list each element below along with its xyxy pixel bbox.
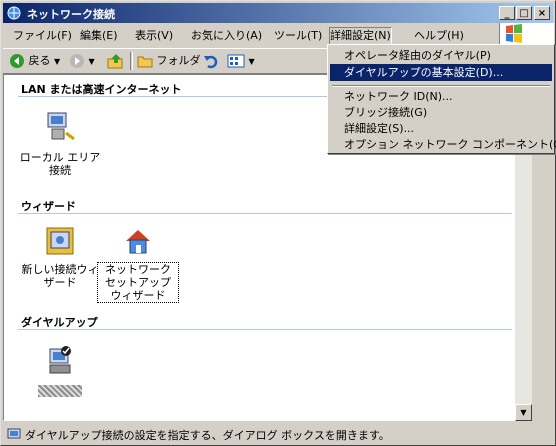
dialup-connection-icon [49,346,71,374]
new-connection-wizard-label: 新しい接続ウィザード [21,263,99,289]
minimize-button[interactable]: _ [499,6,515,20]
folder-icon [137,56,153,68]
lan-connection-label: ローカル エリア 接続 [19,151,101,177]
toolbar-separator [130,52,133,70]
menu-item-optional-components[interactable]: オプション ネットワーク コンポーネント(O)... [330,136,556,153]
menu-item-dialup-preferences[interactable]: ダイヤルアップの基本設定(D)... [330,64,552,81]
menu-item-bridge[interactable]: ブリッジ接続(G) [330,104,552,121]
group-divider [18,213,512,214]
maximize-button[interactable]: □ [516,6,532,20]
forward-arrow-icon [70,54,84,68]
menu-file[interactable]: ファイル(F) [13,28,72,44]
views-icon [227,54,245,68]
group-divider [18,329,512,330]
undo-button[interactable] [203,52,219,70]
menu-item-advanced-settings[interactable]: 詳細設定(S)... [330,120,552,137]
back-arrow-icon [10,54,24,68]
menu-bar: ファイル(F) 編集(E) 表示(V) お気に入り(A) ツール(T) 詳細設定… [3,25,497,45]
views-button[interactable]: ▼ [227,52,255,70]
dialup-connection-item[interactable] [18,343,102,397]
folders-button[interactable]: フォルダ [137,52,201,70]
new-connection-wizard-icon [46,227,74,255]
window: ネットワーク接続 _ □ × ファイル(F) 編集(E) 表示(V) お気に入り… [0,0,556,446]
menu-favorites[interactable]: お気に入り(A) [191,28,262,44]
group-title-dialup: ダイヤルアップ [21,316,98,329]
status-bar: ダイヤルアップ接続の設定を指定する、ダイアログ ボックスを開きます。 [3,424,553,443]
window-title: ネットワーク接続 [27,8,115,21]
menu-separator [332,85,550,87]
menu-help[interactable]: ヘルプ(H) [414,28,464,44]
up-folder-button[interactable] [107,52,125,70]
network-connections-icon [7,6,21,20]
status-network-icon [7,428,21,439]
views-dropdown-icon[interactable]: ▼ [249,57,255,66]
group-title-lan: LAN または高速インターネット [21,83,182,96]
back-dropdown-icon[interactable]: ▼ [54,57,60,66]
up-folder-icon [107,54,123,69]
menu-advanced[interactable]: 詳細設定(N) [329,27,392,45]
advanced-menu-dropdown: オペレータ経由のダイヤル(P) ダイヤルアップの基本設定(D)... ネットワー… [327,44,556,154]
dialup-connection-label [38,385,82,397]
forward-dropdown-icon[interactable]: ▼ [89,57,95,66]
menu-tools[interactable]: ツール(T) [274,28,322,44]
network-setup-wizard-icon [126,230,150,254]
scroll-down-button[interactable]: ▼ [515,404,532,421]
new-connection-wizard-item[interactable]: 新しい接続ウィザード [18,225,102,289]
undo-icon [204,55,218,69]
lan-connection-item[interactable]: ローカル エリア 接続 [18,109,102,177]
title-bar[interactable]: ネットワーク接続 _ □ × [3,3,553,23]
status-text: ダイヤルアップ接続の設定を指定する、ダイアログ ボックスを開きます。 [25,429,390,442]
menu-item-network-id[interactable]: ネットワーク ID(N)... [330,88,552,105]
menu-item-operator-dial[interactable]: オペレータ経由のダイヤル(P) [330,47,552,64]
menu-edit[interactable]: 編集(E) [80,28,118,44]
close-button[interactable]: × [534,6,550,20]
lan-connection-icon [47,112,75,141]
menu-view[interactable]: 表示(V) [135,28,173,44]
back-button[interactable]: 戻る ▼ [9,52,60,70]
network-setup-wizard-item[interactable]: ネットワーク セットアップ ウィザード [96,225,180,303]
network-setup-wizard-label: ネットワーク セットアップ ウィザード [97,262,179,303]
forward-button[interactable]: ▼ [69,52,95,70]
folders-label: フォルダ [156,54,201,67]
group-title-wizard: ウィザード [21,200,76,213]
back-label: 戻る [28,54,51,67]
